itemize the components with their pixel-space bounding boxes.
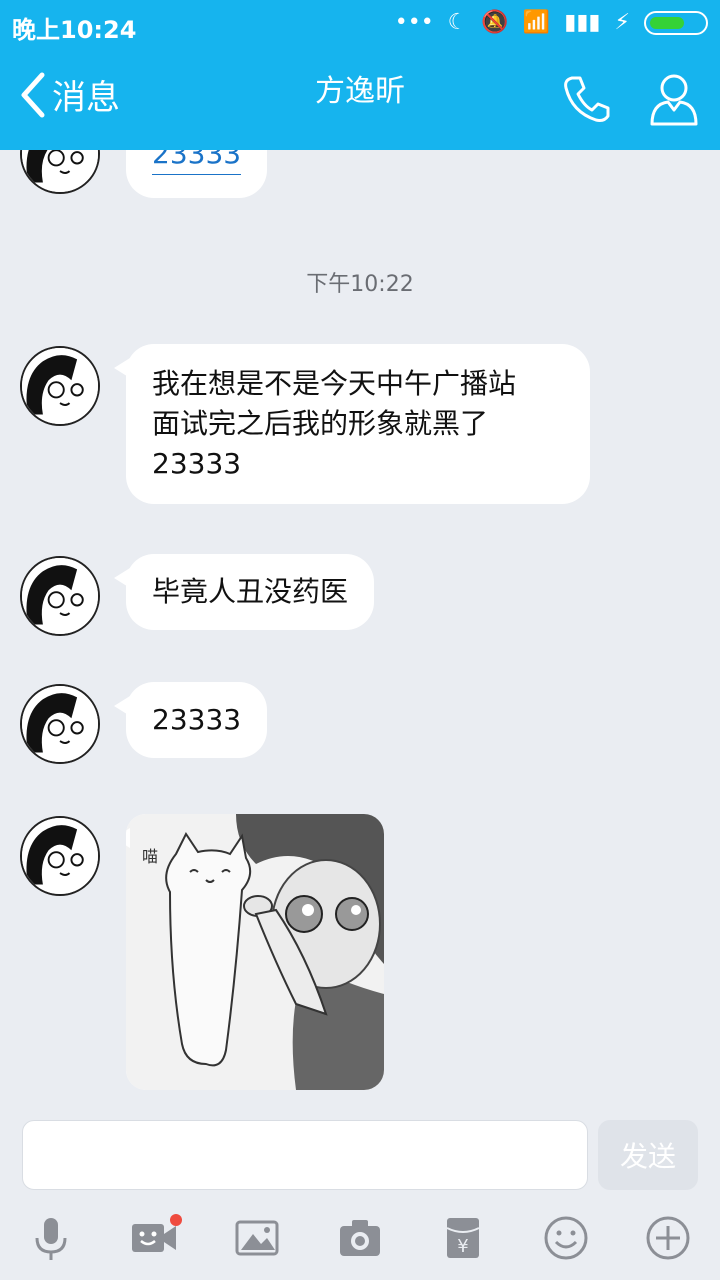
image-message[interactable]: 喵 <box>126 814 384 1090</box>
avatar[interactable] <box>20 346 100 426</box>
svg-text:¥: ¥ <box>457 1236 468 1257</box>
signal-icon: ▮▮▮ <box>564 10 601 35</box>
avatar-image <box>22 818 98 894</box>
status-time: 晚上10:24 <box>12 16 137 44</box>
nav-bar: 消息 方逸昕 <box>0 60 720 144</box>
image-button[interactable] <box>227 1208 287 1268</box>
profile-icon[interactable] <box>648 70 700 128</box>
message-text-line: 面试完之后我的形象就黑了 <box>152 407 489 440</box>
message-bubble[interactable]: 毕竟人丑没药医 <box>113 554 375 630</box>
battery-icon <box>644 10 708 35</box>
bottom-toolbar: ¥ <box>0 1196 720 1280</box>
manga-image: 喵 <box>126 814 384 1090</box>
moon-icon: ☾ <box>447 10 468 35</box>
svg-text:喵: 喵 <box>142 847 158 866</box>
add-icon <box>646 1216 690 1260</box>
more-button[interactable] <box>638 1208 698 1268</box>
camera-icon <box>339 1220 380 1256</box>
avatar[interactable] <box>20 150 100 194</box>
message-bubble[interactable]: 我在想是不是今天中午广播站 面试完之后我的形象就黑了 23333 <box>114 344 590 504</box>
avatar-image <box>22 686 98 762</box>
image-icon <box>235 1220 279 1256</box>
wifi-icon: 📶 <box>522 10 551 35</box>
status-bar: 晚上10:24 ••• ☾ 🔕 📶 ▮▮▮ ⚡ <box>0 0 720 52</box>
emoji-button[interactable] <box>536 1208 596 1268</box>
message-text-line: 23333 <box>152 447 242 480</box>
red-packet-icon: ¥ <box>446 1218 480 1258</box>
charging-icon: ⚡ <box>614 10 630 35</box>
avatar-image <box>22 150 98 192</box>
send-button[interactable]: 发送 <box>598 1120 698 1190</box>
avatar[interactable] <box>20 816 100 896</box>
notification-dot <box>170 1214 183 1226</box>
message-text: 23333 <box>152 703 242 736</box>
avatar-image <box>22 348 98 424</box>
top-bar: 晚上10:24 ••• ☾ 🔕 📶 ▮▮▮ ⚡ 消息 方逸昕 <box>0 0 720 150</box>
message-bubble[interactable]: 23333 <box>113 682 268 758</box>
avatar[interactable] <box>20 684 100 764</box>
message-bubble[interactable]: 23333 <box>126 150 268 198</box>
avatar-image <box>22 558 98 634</box>
voice-button[interactable] <box>21 1208 81 1268</box>
message-text: 23333 <box>152 150 242 175</box>
message-text: 毕竟人丑没药医 <box>152 575 349 608</box>
timestamp: 下午10:22 <box>306 272 414 297</box>
chat-area[interactable]: 23333 下午10:22 我在想是不是今天中午广播站 面试完之后我的形象就黑了… <box>0 150 720 1110</box>
input-area: 发送 <box>0 1110 720 1200</box>
chat-title: 方逸昕 <box>315 74 405 109</box>
phone-icon[interactable] <box>558 72 612 126</box>
message-text-line: 我在想是不是今天中午广播站 <box>152 367 517 400</box>
video-button[interactable] <box>124 1208 184 1268</box>
red-packet-button[interactable]: ¥ <box>433 1208 493 1268</box>
microphone-icon <box>35 1218 67 1260</box>
silent-icon: 🔕 <box>481 10 509 35</box>
message-input[interactable] <box>22 1120 588 1190</box>
camera-button[interactable] <box>330 1208 390 1268</box>
status-icons: ••• ☾ 🔕 📶 ▮▮▮ ⚡ <box>395 10 708 35</box>
more-dots-icon: ••• <box>394 10 434 35</box>
emoji-icon <box>544 1216 588 1260</box>
avatar[interactable] <box>20 556 100 636</box>
